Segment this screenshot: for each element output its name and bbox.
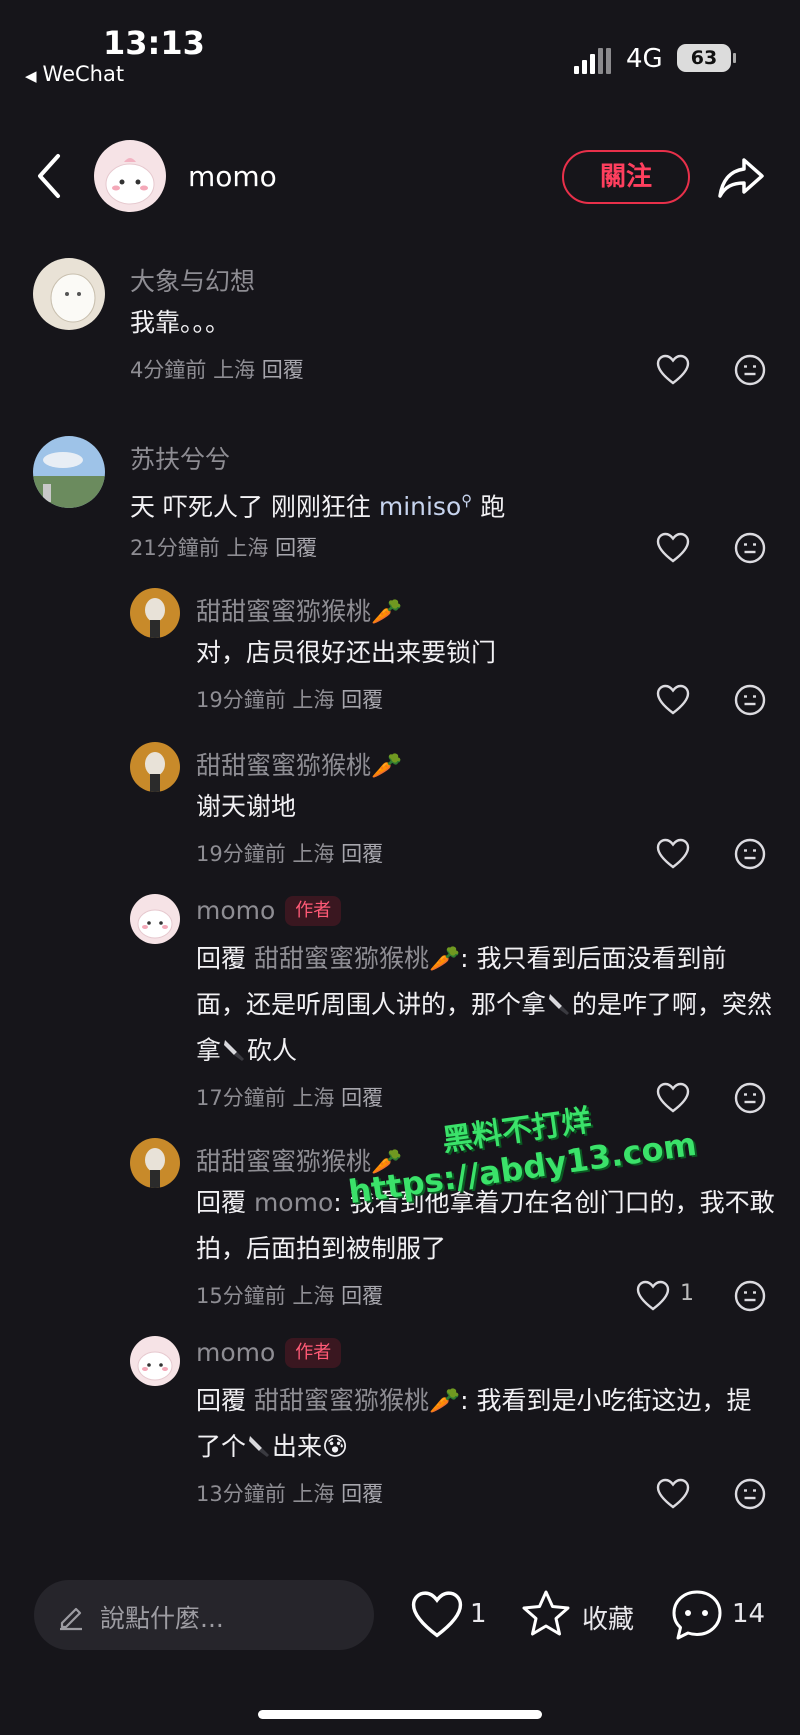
comment-author[interactable]: momo 作者 [196,896,342,926]
reply-button[interactable]: 回覆 [341,1086,383,1110]
comment-meta: 17分鐘前 上海 回覆 [196,1082,383,1112]
comment-location: 上海 [292,842,335,866]
comment-location: 上海 [292,1482,335,1506]
status-bar: 13:13 ◀ WeChat 4G 63 [0,0,800,100]
home-indicator[interactable] [258,1710,542,1719]
knife-icon [549,994,570,1015]
back-app-label: WeChat [42,62,125,86]
comment-meta: 19分鐘前 上海 回覆 [196,684,383,714]
collect-button[interactable]: 收藏 [582,1599,634,1636]
dislike-face-icon[interactable] [734,684,766,716]
comment-time: 19分鐘前 [196,842,286,866]
comment-author[interactable]: 苏扶兮兮 [130,440,230,476]
heart-icon[interactable] [656,354,690,386]
comment-location: 上海 [292,688,335,712]
comment-input[interactable]: 說點什麼... [34,1580,374,1650]
heart-icon[interactable] [656,1478,690,1510]
comment-location: 上海 [226,536,269,560]
star-icon[interactable] [520,1588,572,1640]
comment-location: 上海 [292,1284,335,1308]
comment-location: 上海 [292,1086,335,1110]
author-badge: 作者 [285,1338,342,1368]
like-count: 1 [680,1281,694,1306]
heart-icon[interactable] [636,1280,670,1312]
search-icon: ⚲ [461,492,473,510]
comment-text: 谢天谢地 [196,792,297,821]
avatar[interactable] [130,1336,180,1386]
comment-text: 回覆 momo: 我看到他拿着刀在名创门口的，我不敢拍，后面拍到被制服了 [196,1188,775,1263]
comment-author[interactable]: 大象与幻想 [130,262,255,298]
like-heart-icon[interactable] [410,1590,464,1640]
heart-icon[interactable] [656,684,690,716]
comment-meta: 21分鐘前 上海 回覆 [130,532,317,562]
comment-text: 回覆 甜甜蜜蜜猕猴桃🥕: 我看到是小吃街这边，提了个 出来😰 [196,1386,752,1461]
avatar[interactable] [33,436,105,508]
back-triangle-icon: ◀ [25,67,37,85]
comment-input-placeholder: 說點什麼... [100,1604,224,1633]
comment-author[interactable]: 甜甜蜜蜜猕猴桃🥕 [196,746,402,782]
knife-icon [249,1436,270,1457]
comment-meta: 19分鐘前 上海 回覆 [196,838,383,868]
avatar[interactable] [130,1138,180,1188]
comment-text: 对，店员很好还出来要锁门 [196,638,497,667]
dislike-face-icon[interactable] [734,1082,766,1114]
bottom-action-bar: 說點什麼... 1 收藏 14 [0,1570,800,1690]
cellular-signal-icon [574,46,614,74]
comment-text: 我靠。。。 [130,308,231,337]
author-avatar[interactable] [94,140,166,212]
dislike-face-icon[interactable] [734,1478,766,1510]
comment-time: 17分鐘前 [196,1086,286,1110]
dislike-face-icon[interactable] [734,838,766,870]
reply-button[interactable]: 回覆 [262,358,304,382]
status-time: 13:13 [103,24,205,62]
comment-text: 回覆 甜甜蜜蜜猕猴桃🥕: 我只看到后面没看到前面，还是听周围人讲的，那个拿 的是咋… [196,944,773,1065]
like-count: 1 [470,1599,487,1629]
dislike-face-icon[interactable] [734,532,766,564]
author-username[interactable]: momo [188,160,277,193]
comment-time: 21分鐘前 [130,536,220,560]
reply-button[interactable]: 回覆 [341,1482,383,1506]
comment-bubble-icon[interactable] [670,1588,724,1642]
reply-to-user[interactable]: momo [254,1188,333,1217]
reply-button[interactable]: 回覆 [275,536,317,560]
dislike-face-icon[interactable] [734,1280,766,1312]
comment-time: 13分鐘前 [196,1482,286,1506]
comments-count: 14 [732,1599,766,1629]
follow-button[interactable]: 關注 [562,150,690,204]
comment-meta: 13分鐘前 上海 回覆 [196,1478,383,1508]
heart-icon[interactable] [656,838,690,870]
comment-time: 4分鐘前 [130,358,207,382]
comment-location: 上海 [213,358,256,382]
share-icon[interactable] [716,154,766,200]
search-link[interactable]: miniso⚲ [379,492,472,521]
comment-author[interactable]: momo 作者 [196,1338,342,1368]
comment-time: 15分鐘前 [196,1284,286,1308]
author-badge: 作者 [285,896,342,926]
avatar[interactable] [130,588,180,638]
reply-button[interactable]: 回覆 [341,842,383,866]
reply-button[interactable]: 回覆 [341,1284,383,1308]
back-arrow-icon[interactable] [34,152,64,200]
dislike-face-icon[interactable] [734,354,766,386]
comment-meta: 15分鐘前 上海 回覆 [196,1280,383,1310]
comment-text: 天 吓死人了 刚刚狂往 miniso⚲ 跑 [130,492,506,522]
reply-to-user[interactable]: 甜甜蜜蜜猕猴桃🥕 [254,944,460,973]
avatar[interactable] [33,258,105,330]
battery-level: 63 [677,44,731,72]
battery-icon [733,53,736,63]
back-to-app-link[interactable]: ◀ WeChat [25,62,124,86]
network-type: 4G [626,44,663,74]
comment-time: 19分鐘前 [196,688,286,712]
post-header: momo 關注 [0,130,800,230]
avatar[interactable] [130,894,180,944]
knife-icon [224,1040,245,1061]
heart-icon[interactable] [656,532,690,564]
comment-meta: 4分鐘前 上海 回覆 [130,354,304,384]
pencil-icon [60,1607,82,1631]
avatar[interactable] [130,742,180,792]
comment-author[interactable]: 甜甜蜜蜜猕猴桃🥕 [196,592,402,628]
reply-button[interactable]: 回覆 [341,688,383,712]
reply-to-user[interactable]: 甜甜蜜蜜猕猴桃🥕 [254,1386,460,1415]
